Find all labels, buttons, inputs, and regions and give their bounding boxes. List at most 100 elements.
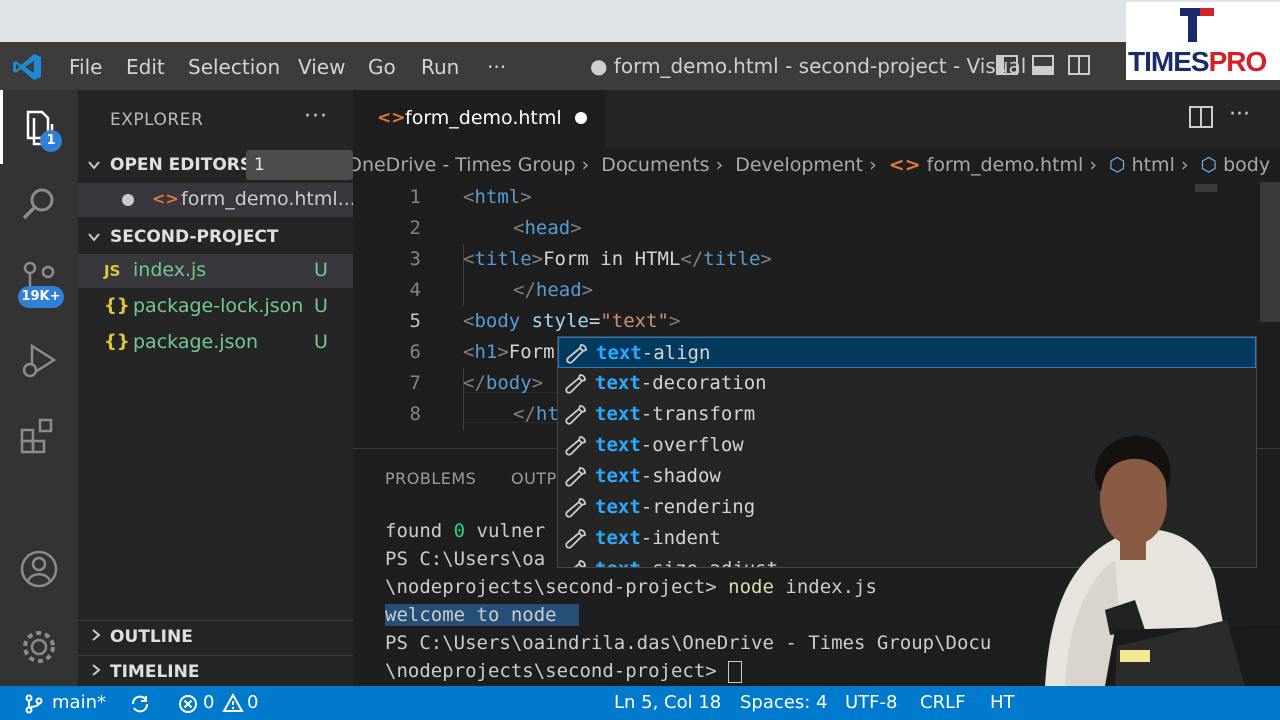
- tab-label: form_demo.html: [405, 107, 562, 129]
- chevron-right-icon: ›: [1089, 154, 1097, 176]
- minimap[interactable]: [1195, 184, 1217, 192]
- settings-gear-icon[interactable]: [18, 626, 60, 668]
- timeline-label: TIMELINE: [110, 662, 200, 682]
- property-wrench-icon: [565, 436, 586, 456]
- indentation[interactable]: Spaces: 4: [740, 692, 827, 713]
- terminal-line: found 0 vulner: [385, 520, 546, 542]
- suggestion-label: text-align: [596, 342, 711, 364]
- property-wrench-icon: [566, 344, 587, 364]
- explorer-title: EXPLORER: [110, 110, 204, 130]
- line-endings[interactable]: CRLF: [920, 692, 965, 713]
- html-file-icon: <>: [888, 154, 921, 176]
- warning-count[interactable]: 0: [247, 692, 258, 713]
- activity-bar: 1 19K+: [0, 90, 78, 686]
- toggle-secondary-sidebar-icon[interactable]: [1068, 54, 1090, 76]
- source-control-badge: 19K+: [18, 286, 64, 308]
- js-file-icon: JS: [104, 262, 121, 280]
- property-wrench-icon: [565, 467, 586, 487]
- file-item-index-js[interactable]: JS index.js U: [78, 254, 353, 288]
- menu-selection[interactable]: Selection: [188, 54, 280, 80]
- breadcrumb-item[interactable]: form_demo.html: [927, 154, 1084, 176]
- menu-more[interactable]: ···: [487, 54, 506, 80]
- timeline-header[interactable]: TIMELINE: [78, 655, 353, 686]
- terminal-line: \nodeprojects\second-project> node index…: [385, 576, 877, 598]
- language-mode[interactable]: HT: [990, 692, 1015, 713]
- toggle-panel-icon[interactable]: [1032, 54, 1054, 76]
- code-line: 5 <body style="text">: [409, 310, 681, 332]
- explorer-sidebar: EXPLORER ··· OPEN EDITORS 1 UNSAVED <> f…: [78, 90, 356, 686]
- chevron-right-icon: [92, 629, 101, 641]
- timespro-logo: TIMESPRO: [1126, 2, 1280, 80]
- editor-more-button[interactable]: ···: [1229, 102, 1250, 127]
- code-line: 1 <html>: [409, 186, 532, 208]
- encoding[interactable]: UTF-8: [845, 692, 897, 713]
- menu-go[interactable]: Go: [368, 54, 396, 80]
- open-editors-header[interactable]: OPEN EDITORS 1 UNSAVED: [78, 150, 353, 205]
- git-status: U: [314, 295, 328, 317]
- chevron-right-icon: ›: [1180, 154, 1189, 176]
- cursor-position[interactable]: Ln 5, Col 18: [614, 692, 721, 713]
- status-bar: main* 0 0 Ln 5, Col 18 Spaces: 4 UTF-8 C…: [0, 686, 1280, 720]
- menu-run[interactable]: Run: [421, 54, 459, 80]
- terminal-line[interactable]: \nodeprojects\second-project>: [385, 657, 743, 685]
- breadcrumb-item[interactable]: Development: [735, 154, 863, 176]
- menu-edit[interactable]: Edit: [126, 54, 165, 80]
- suggestion-item[interactable]: text-decoration: [558, 368, 1256, 399]
- extensions-icon[interactable]: [18, 416, 60, 458]
- editor-tab-bar: <> form_demo.html ···: [353, 90, 1280, 148]
- html-file-icon: <>: [152, 189, 179, 208]
- suggestion-label: text-overflow: [595, 434, 744, 456]
- git-status: U: [314, 259, 328, 281]
- breadcrumb-item[interactable]: html: [1132, 154, 1175, 176]
- git-branch-icon: [25, 694, 43, 714]
- error-icon[interactable]: [178, 694, 198, 714]
- menu-view[interactable]: View: [298, 54, 345, 80]
- editor-scrollbar[interactable]: [1260, 182, 1280, 322]
- html-file-icon: <>: [377, 108, 406, 128]
- run-debug-icon[interactable]: [18, 340, 60, 382]
- chevron-right-icon: ›: [715, 154, 724, 176]
- terminal-line: welcome to node: [385, 601, 580, 629]
- git-branch[interactable]: main*: [52, 692, 106, 713]
- symbol-icon: ⬡: [1200, 154, 1218, 176]
- code-line: 4 </head>: [409, 279, 594, 301]
- tab-form-demo-html[interactable]: <> form_demo.html: [353, 90, 605, 148]
- open-editor-item[interactable]: <> form_demo.html...: [78, 183, 356, 217]
- breadcrumb-item[interactable]: OneDrive - Times Group: [353, 154, 576, 176]
- toggle-sidebar-icon[interactable]: [996, 54, 1018, 76]
- warning-icon[interactable]: [222, 693, 244, 713]
- suggestion-item[interactable]: text-transform: [558, 399, 1256, 430]
- suggestion-label: text-indent: [595, 527, 721, 549]
- unsaved-dot-icon[interactable]: [575, 112, 587, 124]
- suggestion-item[interactable]: text-align: [558, 337, 1256, 368]
- breadcrumb: OneDrive - Times Group › Documents › Devel…: [353, 150, 1280, 180]
- breadcrumb-item[interactable]: Documents: [601, 154, 709, 176]
- suggestion-label: text-transform: [595, 403, 756, 425]
- chevron-down-icon: [88, 161, 100, 170]
- property-wrench-icon: [565, 529, 586, 549]
- presenter-video-overlay: [1045, 435, 1280, 686]
- terminal-line: PS C:\Users\oa: [385, 548, 546, 570]
- file-name: package.json: [133, 331, 259, 353]
- timespro-mark-icon: [1180, 8, 1214, 42]
- account-icon[interactable]: [18, 548, 60, 590]
- project-label: SECOND-PROJECT: [110, 227, 279, 247]
- timespro-wordmark: TIMESPRO: [1128, 46, 1267, 77]
- breadcrumb-item[interactable]: body: [1223, 154, 1270, 176]
- explorer-more-button[interactable]: ···: [304, 104, 328, 129]
- outline-header[interactable]: OUTLINE: [78, 620, 353, 651]
- tab-problems[interactable]: PROBLEMS: [385, 469, 476, 488]
- tab-output[interactable]: OUTP: [511, 469, 557, 488]
- property-wrench-icon: [565, 374, 586, 394]
- error-count[interactable]: 0: [203, 692, 214, 713]
- vscode-logo-icon: [13, 54, 41, 80]
- file-item-package-lock-json[interactable]: {} package-lock.json U: [78, 290, 353, 324]
- window-title: ● form_demo.html - second-project - Visu…: [590, 54, 1052, 78]
- search-icon[interactable]: [18, 184, 60, 226]
- sync-icon[interactable]: [130, 694, 150, 714]
- file-item-package-json[interactable]: {} package.json U: [78, 326, 353, 360]
- split-editor-icon[interactable]: [1189, 106, 1213, 128]
- project-header[interactable]: SECOND-PROJECT: [78, 222, 353, 252]
- menu-file[interactable]: File: [69, 54, 102, 80]
- file-name: index.js: [133, 259, 207, 281]
